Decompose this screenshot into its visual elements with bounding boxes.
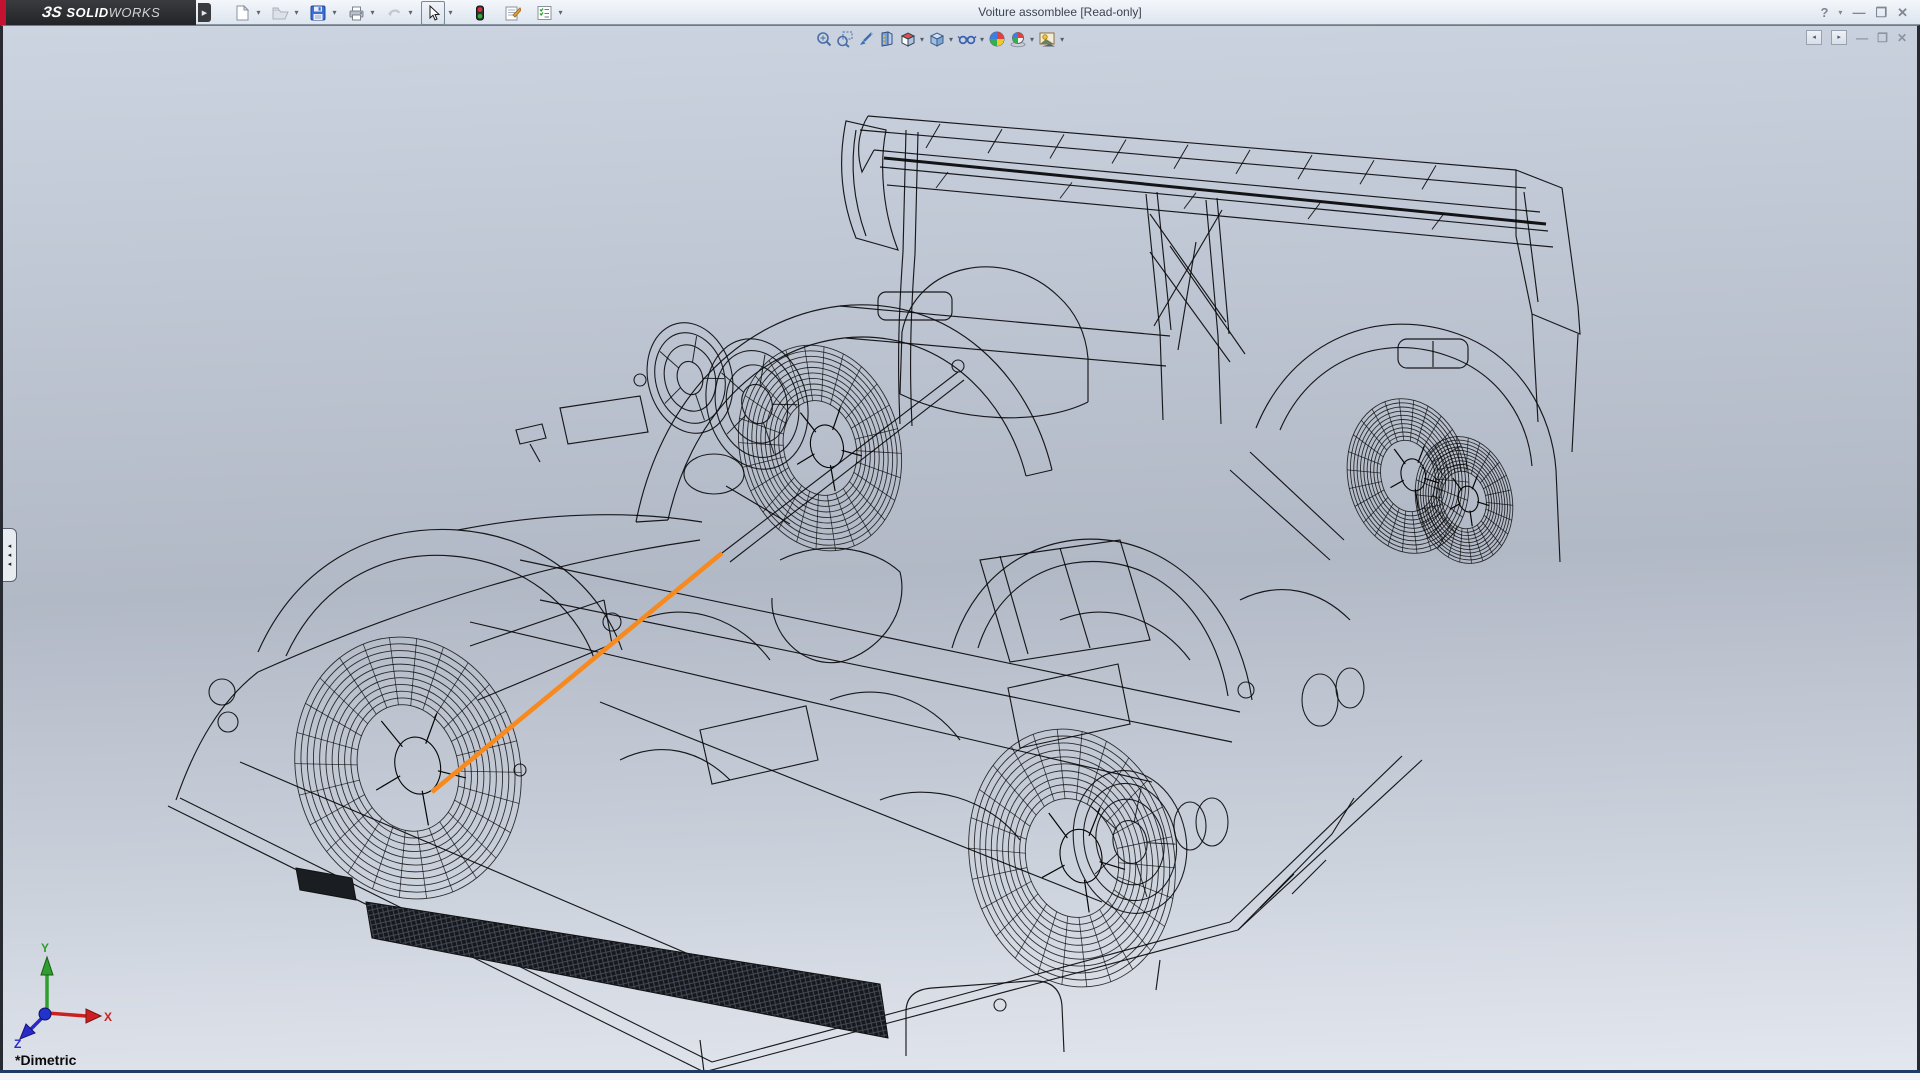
collapse-arrow-icon: ◂ (8, 561, 12, 568)
orientation-triad: Y X Z (14, 941, 112, 1051)
help-button[interactable]: ? (1820, 0, 1828, 25)
solidworks-logo-light: WORKS (109, 5, 161, 20)
triad-z-label: Z (14, 1037, 21, 1051)
document-window-controls: ◂ ▸ — ❐ ✕ (1806, 30, 1907, 45)
zoom-to-fit-icon (815, 30, 833, 48)
help-dropdown-caret[interactable]: ▾ (1838, 8, 1842, 17)
view-settings-caret[interactable]: ▾ (1060, 35, 1064, 44)
hide-show-items-button[interactable] (957, 29, 977, 49)
edit-appearance-icon (988, 30, 1006, 48)
left-pane-icon: ◂ (1812, 34, 1816, 41)
minimize-document-button[interactable]: — (1856, 31, 1868, 45)
restore-button[interactable]: ❐ (1875, 0, 1887, 25)
view-orientation-icon (899, 30, 917, 48)
car-assembly-wireframe (168, 116, 1580, 1070)
display-style-button[interactable] (928, 29, 946, 49)
apply-scene-caret[interactable]: ▾ (1030, 35, 1034, 44)
selected-edge-highlight (432, 553, 722, 792)
graphics-area[interactable]: Y X Z (0, 25, 1920, 1070)
section-view-button[interactable] (878, 29, 896, 49)
view-orientation-label: *Dimetric (15, 1052, 76, 1068)
window-bottom-strip (0, 1073, 1920, 1080)
title-bar: ЗS SOLIDWORKS ▶ ▾ ▾ ▾ (0, 0, 1920, 25)
restore-document-button[interactable]: ❐ (1877, 31, 1888, 45)
triad-y-label: Y (41, 941, 49, 955)
solidworks-logo-glyph: ЗS (41, 4, 63, 21)
triad-x-label: X (104, 1010, 112, 1024)
hide-show-items-caret[interactable]: ▾ (980, 35, 984, 44)
section-view-icon (878, 30, 896, 48)
zoom-to-area-icon (836, 30, 854, 48)
heads-up-view-toolbar: ▾ ▾ ▾ (815, 29, 1068, 49)
view-orientation-button[interactable] (899, 29, 917, 49)
minimize-button[interactable]: — (1852, 0, 1865, 25)
apply-scene-button[interactable] (1009, 29, 1027, 49)
document-title: Voiture assomblee [Read-only] (200, 0, 1920, 25)
solidworks-window: { "titlebar": { "brand": { "glyph": "ЗS"… (0, 0, 1920, 1080)
featuremanager-collapsed-tab[interactable]: ◂ ◂ ◂ (3, 528, 17, 582)
window-controls: ? ▾ — ❐ ✕ (1820, 0, 1908, 25)
show-right-pane-button[interactable]: ▸ (1831, 30, 1847, 45)
zoom-to-area-button[interactable] (836, 29, 854, 49)
previous-view-button[interactable] (857, 29, 875, 49)
zoom-to-fit-button[interactable] (815, 29, 833, 49)
view-settings-icon (1038, 30, 1057, 48)
display-style-caret[interactable]: ▾ (949, 35, 953, 44)
apply-scene-icon (1009, 30, 1027, 48)
collapse-arrow-icon: ◂ (8, 543, 12, 550)
wheel-wireframe (717, 328, 923, 569)
view-settings-button[interactable] (1038, 29, 1057, 49)
view-orientation-caret[interactable]: ▾ (920, 35, 924, 44)
close-button[interactable]: ✕ (1897, 0, 1908, 25)
right-pane-icon: ▸ (1837, 34, 1841, 41)
collapse-arrow-icon: ◂ (8, 552, 12, 559)
model-wireframe-canvas[interactable]: Y X Z (3, 26, 1917, 1070)
hide-show-items-icon (957, 30, 977, 48)
show-left-pane-button[interactable]: ◂ (1806, 30, 1822, 45)
wheel-wireframe (945, 710, 1199, 1007)
edit-appearance-button[interactable] (988, 29, 1006, 49)
solidworks-logo: ЗS SOLIDWORKS (6, 0, 196, 25)
display-style-icon (928, 30, 946, 48)
close-document-button[interactable]: ✕ (1897, 31, 1907, 45)
solidworks-logo-bold: SOLID (66, 5, 108, 20)
previous-view-icon (857, 30, 875, 48)
